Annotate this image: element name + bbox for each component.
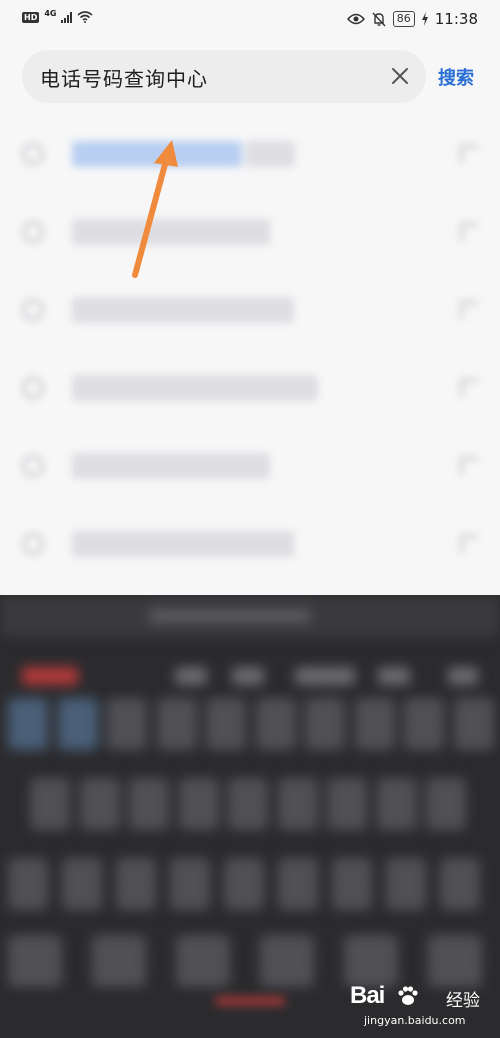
keyboard-key[interactable] [426, 778, 466, 830]
status-bar: HD 4G 86 11:38 [0, 0, 500, 38]
arrow-up-left-icon[interactable] [460, 535, 478, 553]
keyboard-key[interactable] [386, 858, 426, 910]
paw-icon [398, 986, 418, 1005]
search-icon [22, 533, 44, 555]
signal-icon [61, 11, 73, 23]
keyboard-key[interactable] [344, 935, 398, 987]
keyboard-key[interactable] [354, 698, 395, 750]
keyboard-key[interactable] [129, 778, 169, 830]
search-icon [22, 221, 44, 243]
keyboard-key[interactable] [228, 778, 268, 830]
arrow-up-left-icon[interactable] [460, 301, 478, 319]
keyboard-key[interactable] [277, 778, 318, 830]
watermark-brand-suffix: 经验 [446, 991, 480, 1011]
wifi-icon [77, 11, 94, 23]
search-button[interactable]: 搜索 [438, 64, 474, 90]
keyboard-key[interactable] [332, 858, 372, 910]
suggestion-text [72, 531, 294, 557]
keyboard-key[interactable] [206, 698, 246, 750]
suggestion-list [0, 115, 500, 595]
keyboard-key[interactable] [428, 935, 482, 987]
keyboard-key[interactable] [8, 698, 48, 750]
keyboard-toolbar[interactable] [0, 655, 500, 695]
keyboard-key[interactable] [224, 858, 264, 910]
clock: 11:38 [434, 10, 478, 28]
hd-badge: HD [22, 11, 40, 23]
soft-keyboard[interactable] [0, 595, 500, 1038]
mute-bell-icon [372, 12, 386, 26]
keyboard-key[interactable] [170, 858, 210, 910]
keyboard-key[interactable] [30, 778, 70, 830]
keyboard-key[interactable] [453, 698, 494, 750]
battery-level: 86 [392, 11, 415, 27]
search-icon [22, 455, 44, 477]
annotation-arrow-icon [132, 140, 178, 278]
list-item[interactable] [0, 115, 500, 195]
keyboard-key[interactable] [305, 698, 345, 750]
list-item[interactable] [0, 193, 500, 273]
keyboard-key[interactable] [156, 698, 197, 750]
watermark-brand: Bai [350, 982, 385, 1009]
keyboard-key[interactable] [8, 858, 48, 910]
arrow-up-left-icon[interactable] [460, 223, 478, 241]
arrow-up-left-icon[interactable] [460, 379, 478, 397]
search-query-text[interactable]: 电话号码查询中心 [40, 63, 208, 92]
eye-icon [346, 13, 365, 25]
keyboard-key[interactable] [278, 858, 318, 910]
keyboard-key[interactable] [176, 935, 230, 987]
keyboard-key[interactable] [327, 778, 367, 830]
keyboard-key[interactable] [178, 778, 219, 830]
keyboard-key[interactable] [62, 858, 102, 910]
keyboard-key[interactable] [260, 935, 314, 987]
network-type: 4G [44, 8, 57, 18]
keyboard-key[interactable] [8, 935, 62, 987]
keyboard-key[interactable] [92, 935, 146, 987]
arrow-up-left-icon[interactable] [460, 145, 478, 163]
search-icon [22, 143, 44, 165]
suggestion-text [72, 297, 294, 323]
baidu-watermark: Bai 经验 jingyan.baidu.com [350, 982, 490, 1032]
search-input[interactable]: 电话号码查询中心 [22, 50, 426, 103]
list-item[interactable] [0, 349, 500, 429]
list-item[interactable] [0, 505, 500, 585]
keyboard-key[interactable] [376, 778, 417, 830]
keyboard-key[interactable] [440, 858, 480, 910]
keyboard-key[interactable] [79, 778, 120, 830]
space-key-indicator [215, 997, 285, 1005]
keyboard-key[interactable] [57, 698, 98, 750]
keyboard-hint-bar [0, 595, 500, 637]
watermark-url: jingyan.baidu.com [364, 1014, 466, 1027]
list-item[interactable] [0, 427, 500, 507]
keyboard-key[interactable] [404, 698, 444, 750]
search-icon [22, 377, 44, 399]
close-icon[interactable] [388, 64, 412, 88]
search-icon [22, 299, 44, 321]
arrow-up-left-icon[interactable] [460, 457, 478, 475]
list-item[interactable] [0, 271, 500, 351]
keyboard-key[interactable] [107, 698, 147, 750]
suggestion-text [72, 453, 270, 479]
suggestion-text [245, 141, 295, 167]
suggestion-text [72, 375, 318, 401]
charging-icon [421, 12, 428, 26]
keyboard-key[interactable] [116, 858, 156, 910]
keyboard-key[interactable] [255, 698, 296, 750]
